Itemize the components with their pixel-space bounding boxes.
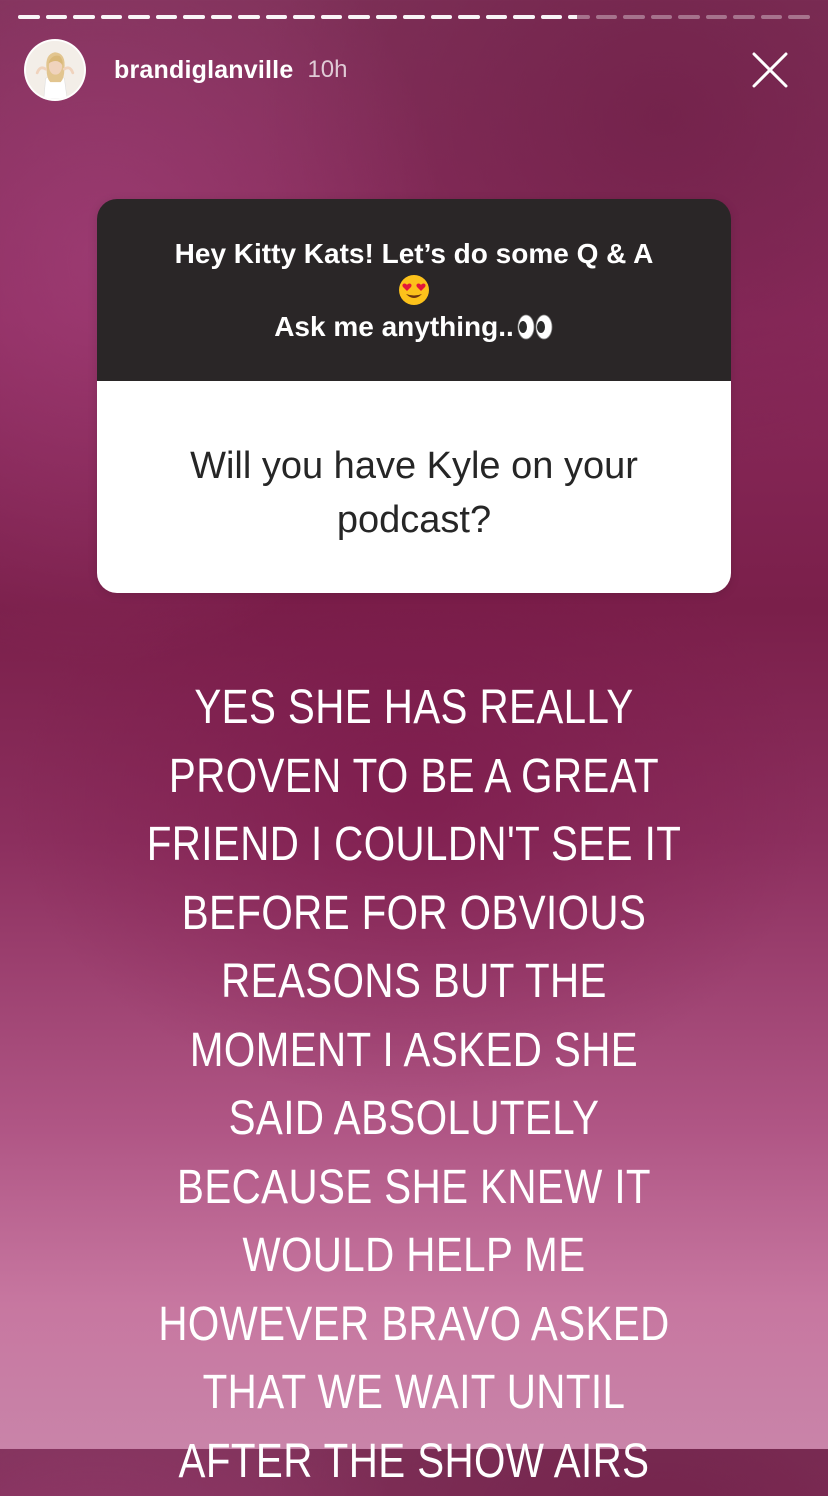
progress-segment	[210, 15, 233, 19]
progress-segment	[320, 15, 343, 19]
username[interactable]: brandiglanville	[114, 56, 293, 85]
profile-photo-icon	[26, 41, 84, 99]
progress-segment	[678, 15, 700, 19]
progress-segment	[375, 15, 398, 19]
progress-segment-fill	[403, 15, 425, 19]
progress-segment	[760, 15, 783, 19]
progress-segment	[45, 15, 68, 19]
progress-segment-fill	[18, 15, 40, 19]
progress-segment-fill	[265, 15, 288, 19]
progress-segment-fill	[375, 15, 398, 19]
progress-segment-fill	[458, 15, 480, 19]
progress-segment-fill	[430, 15, 453, 19]
progress-segment	[513, 15, 535, 19]
prompt-line-2: Ask me anything..	[274, 311, 514, 342]
progress-segment	[485, 15, 508, 19]
progress-segment	[73, 15, 95, 19]
progress-segment-fill	[485, 15, 508, 19]
eyes-emoji-icon	[517, 314, 553, 339]
avatar[interactable]	[24, 39, 86, 101]
progress-segment	[595, 15, 618, 19]
progress-segment	[458, 15, 480, 19]
progress-segment-fill	[128, 15, 150, 19]
progress-segment	[623, 15, 645, 19]
story-progress-bar	[18, 15, 810, 19]
progress-segment	[100, 15, 123, 19]
progress-segment	[430, 15, 453, 19]
progress-segment	[183, 15, 205, 19]
progress-segment	[18, 15, 40, 19]
question-sticker: Hey Kitty Kats! Let’s do some Q & A Ask …	[97, 199, 731, 593]
progress-segment	[348, 15, 370, 19]
progress-segment	[540, 15, 563, 19]
question-text: Will you have Kyle on your podcast?	[97, 381, 731, 593]
progress-segment-fill	[45, 15, 68, 19]
progress-segment	[403, 15, 425, 19]
story-header: brandiglanville 10h	[24, 38, 812, 102]
progress-segment-fill	[293, 15, 315, 19]
progress-segment-fill	[155, 15, 178, 19]
progress-segment-fill	[540, 15, 563, 19]
question-prompt: Hey Kitty Kats! Let’s do some Q & A Ask …	[97, 199, 731, 381]
progress-segment-fill	[210, 15, 233, 19]
prompt-line-2-wrap: Ask me anything..	[274, 308, 554, 345]
progress-segment	[733, 15, 755, 19]
progress-segment	[265, 15, 288, 19]
progress-segment-fill	[348, 15, 370, 19]
progress-segment-fill	[100, 15, 123, 19]
progress-segment	[155, 15, 178, 19]
progress-segment-fill	[513, 15, 535, 19]
progress-segment	[128, 15, 150, 19]
post-time: 10h	[307, 56, 348, 83]
response-text: YES SHE HAS REALLY PROVEN TO BE A GREAT …	[146, 681, 682, 1488]
progress-segment-fill	[183, 15, 205, 19]
progress-segment-fill	[238, 15, 260, 19]
prompt-line-1: Hey Kitty Kats! Let’s do some Q & A	[174, 238, 654, 269]
heart-eyes-emoji-icon	[399, 275, 429, 305]
progress-segment-fill	[568, 15, 577, 19]
progress-segment	[650, 15, 673, 19]
progress-segment	[788, 15, 810, 19]
close-button[interactable]	[750, 50, 790, 90]
progress-segment	[238, 15, 260, 19]
progress-segment	[293, 15, 315, 19]
progress-segment-fill	[73, 15, 95, 19]
progress-segment-fill	[320, 15, 343, 19]
prompt-emoji-line	[97, 272, 731, 308]
close-icon	[752, 52, 788, 88]
progress-segment	[705, 15, 728, 19]
progress-segment	[568, 15, 590, 19]
